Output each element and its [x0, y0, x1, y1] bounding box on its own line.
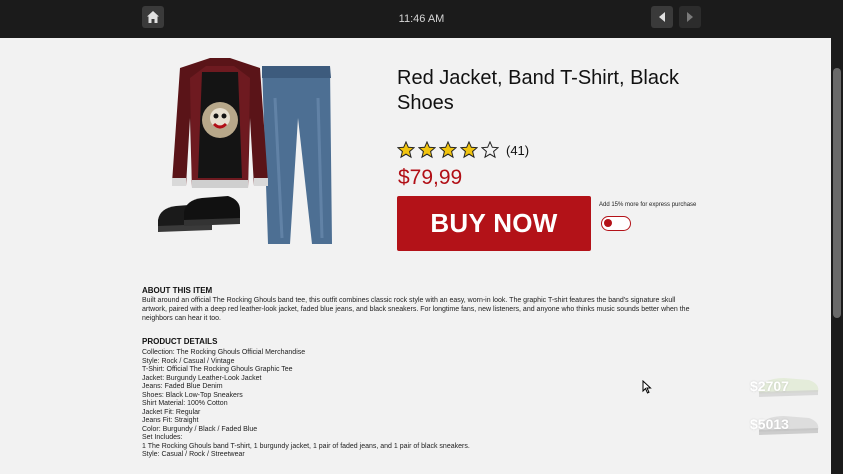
detail-item: Jacket Fit: Regular: [142, 408, 201, 416]
detail-item: Style: Casual / Rock / Streetwear: [142, 451, 245, 458]
mouse-cursor-icon: [642, 380, 652, 394]
details-list: Collection: The Rocking Ghouls Official …: [142, 349, 702, 460]
system-top-bar: 11:46 AM: [0, 0, 843, 38]
stars: [397, 141, 502, 159]
side-deal-price: $2707: [750, 378, 789, 394]
detail-item: Shirt Material: 100% Cotton: [142, 400, 228, 407]
detail-item: 1 The Rocking Ghouls band T-shirt, 1 bur…: [142, 442, 470, 450]
detail-item: Style: Rock / Casual / Vintage: [142, 357, 235, 365]
vertical-scrollbar[interactable]: [831, 38, 843, 474]
star-filled-icon: [439, 141, 457, 159]
clock: 11:46 AM: [398, 13, 445, 25]
detail-item: Color: Burgundy / Black / Faded Blue: [142, 425, 258, 433]
detail-item: T-Shirt: Official The Rocking Ghouls Gra…: [142, 366, 293, 373]
product-price: $79,99: [398, 166, 463, 189]
about-heading: ABOUT THIS ITEM: [142, 286, 213, 295]
star-filled-icon: [418, 141, 436, 159]
details-heading: PRODUCT DETAILS: [142, 337, 218, 346]
express-purchase-label: Add 15% more for express purchase: [599, 202, 697, 208]
back-arrow-icon: [659, 12, 665, 22]
detail-item: Shoes: Black Low-Top Sneakers: [142, 391, 243, 399]
product-image: [158, 58, 332, 244]
detail-item: Jeans: Faded Blue Denim: [142, 383, 223, 390]
star-filled-icon: [397, 141, 415, 159]
side-deal-2[interactable]: $5013: [750, 408, 830, 438]
buy-now-button[interactable]: BUY NOW: [397, 196, 591, 251]
back-button[interactable]: [651, 6, 673, 28]
detail-item: Jacket: Burgundy Leather-Look Jacket: [142, 374, 262, 382]
scrollbar-thumb[interactable]: [833, 68, 841, 318]
star-empty-icon: [481, 141, 499, 159]
forward-arrow-icon: [687, 12, 693, 22]
forward-button[interactable]: [679, 6, 701, 28]
star-filled-icon: [460, 141, 478, 159]
detail-item: Collection: The Rocking Ghouls Official …: [142, 349, 306, 356]
rating-count: (41): [506, 142, 530, 158]
express-purchase-toggle[interactable]: [601, 216, 631, 231]
toggle-knob: [604, 219, 612, 227]
product-title: Red Jacket, Band T-Shirt, Black Shoes: [397, 67, 679, 114]
about-text: Built around an official The Rocking Gho…: [142, 297, 690, 322]
detail-item: Jeans Fit: Straight: [142, 417, 199, 424]
side-deal-price: $5013: [750, 416, 789, 432]
product-page: Red Jacket, Band T-Shirt, Black Shoes (4…: [0, 38, 831, 474]
detail-item: Set Includes:: [142, 434, 183, 441]
side-deal-1[interactable]: $2707: [750, 370, 830, 400]
star-rating[interactable]: (41): [397, 141, 529, 159]
